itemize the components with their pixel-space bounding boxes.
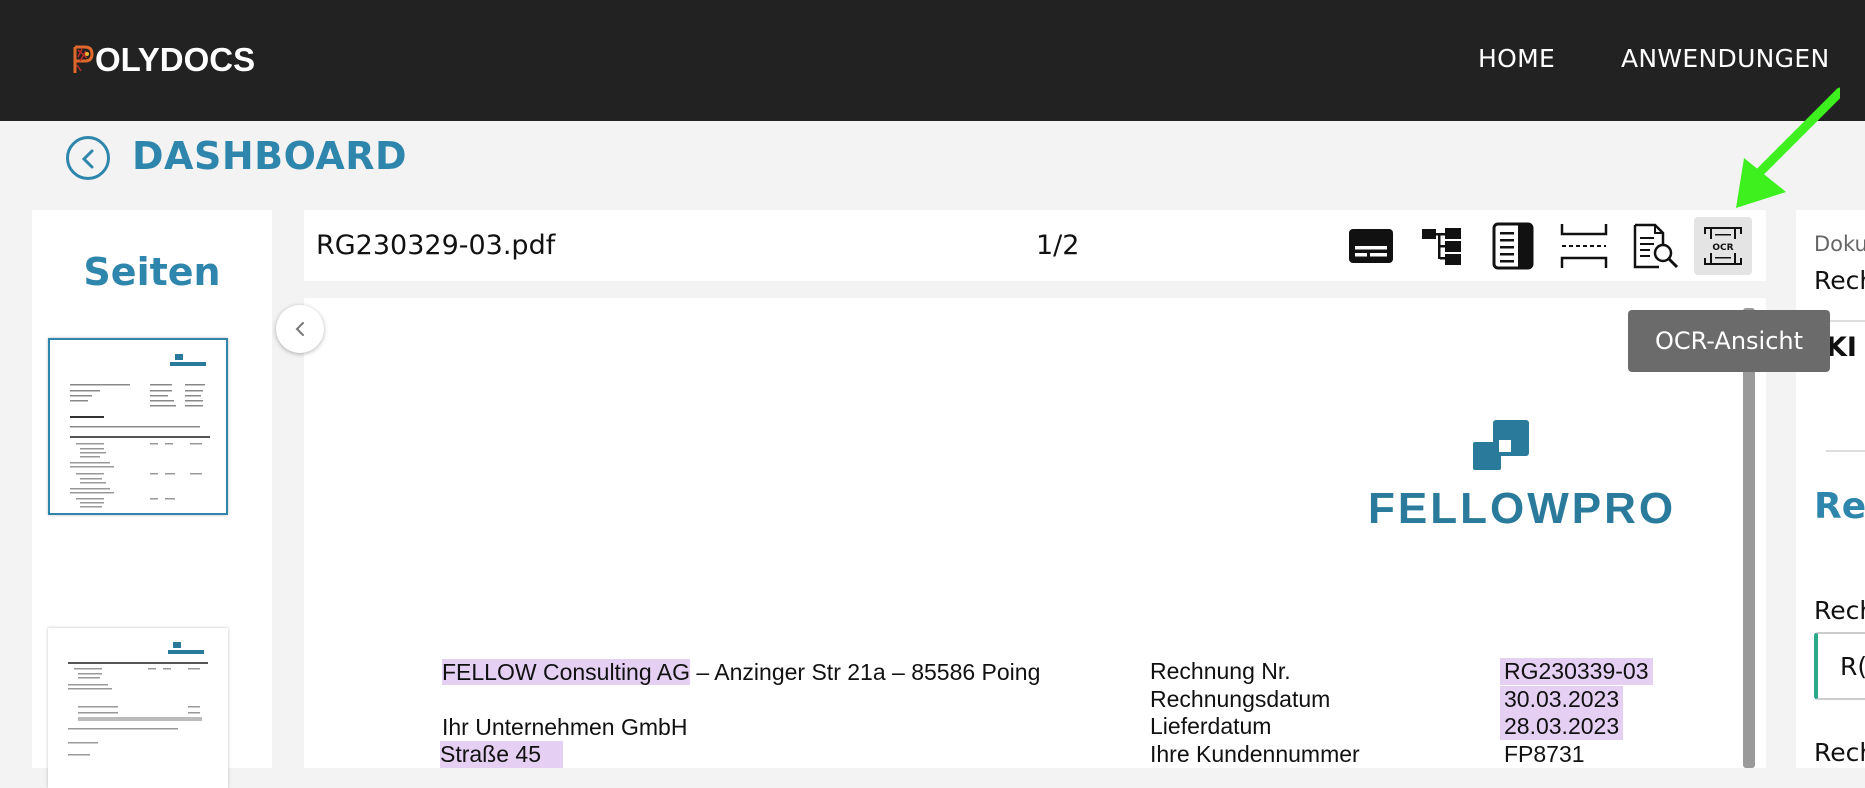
field-label-invoice-date: Rechnungsdatum [1150, 686, 1331, 712]
page-indicator: 1/2 [1036, 230, 1080, 261]
field-label: Rech [1814, 596, 1865, 625]
viewer-scrollbar[interactable] [1743, 308, 1755, 768]
form-view-button[interactable] [1342, 217, 1400, 275]
document-type-value: Rech [1814, 266, 1865, 295]
ocr-view-tooltip: OCR-Ansicht [1628, 310, 1830, 372]
document-search-button[interactable] [1626, 217, 1684, 275]
field-value-customer-number: FP8731 [1504, 741, 1585, 767]
document-toolbar: RG230329-03.pdf 1/2 OCR [304, 210, 1766, 281]
document-type-label: Doku [1814, 232, 1865, 256]
chevron-left-icon [295, 322, 304, 336]
top-navigation-bar: OLYDOCS HOME ANWENDUNGEN [0, 0, 1865, 121]
tree-view-icon [1422, 228, 1461, 265]
pages-panel: Seiten [32, 210, 272, 788]
page-split-icon [1560, 224, 1608, 268]
page-split-button[interactable] [1555, 217, 1613, 275]
document-filename: RG230329-03.pdf [316, 230, 556, 261]
form-view-icon [1349, 229, 1393, 263]
fellowpro-logo-text: FELLOWPRO [1368, 484, 1677, 533]
page-thumbnail-preview [68, 642, 208, 756]
sender-company: FELLOW Consulting AG [442, 659, 690, 685]
nav-home-link[interactable]: HOME [1478, 44, 1555, 73]
ai-section-label: KI I [1826, 332, 1865, 363]
back-button[interactable] [66, 136, 110, 180]
list-view-button[interactable] [1484, 217, 1542, 275]
invoice-number-input[interactable]: R( [1814, 632, 1865, 700]
ocr-view-icon: OCR [1704, 227, 1742, 265]
page-thumbnail-1[interactable] [48, 338, 228, 515]
recipient-street: Straße 45 [440, 741, 563, 768]
page-thumbnail-2[interactable] [48, 628, 228, 788]
page-title: DASHBOARD [132, 134, 408, 178]
field-value-invoice-number: RG230339-03 [1500, 658, 1653, 685]
logo-text: OLYDOCS [95, 41, 256, 78]
page-thumbnail-preview [70, 354, 210, 508]
field-label-delivery-date: Lieferdatum [1150, 713, 1272, 739]
pages-panel-title: Seiten [83, 250, 221, 294]
collapse-pages-button[interactable] [276, 305, 324, 353]
ocr-icon-label: OCR [1712, 243, 1733, 253]
field-value-delivery-date: 28.03.2023 [1500, 713, 1624, 740]
ocr-view-button[interactable]: OCR [1694, 217, 1752, 275]
document-search-icon [1633, 223, 1679, 269]
field-label-invoice-number: Rechnung Nr. [1150, 658, 1291, 684]
invoice-number-input-value: R( [1840, 652, 1865, 681]
nav-anwendungen-link[interactable]: ANWENDUNGEN [1621, 44, 1829, 73]
recipient-company: Ihr Unternehmen GmbH [442, 714, 688, 740]
field-label-customer-number: Ihre Kundennummer [1150, 741, 1360, 767]
sender-line: FELLOW Consulting AG – Anzinger Str 21a … [442, 659, 1040, 686]
sender-address: – Anzinger Str 21a – 85586 Poing [690, 659, 1041, 685]
field-label: Rech [1814, 738, 1865, 767]
field-value-invoice-date: 30.03.2023 [1500, 686, 1624, 713]
divider [1826, 450, 1865, 452]
polydocs-logo[interactable]: OLYDOCS [72, 41, 256, 78]
tree-view-button[interactable] [1413, 217, 1471, 275]
chevron-left-icon [81, 149, 94, 169]
list-view-icon [1492, 222, 1534, 270]
annotation-arrow-icon [1736, 87, 1840, 208]
logo-p-icon [73, 45, 94, 73]
extraction-panel: Doku Rech KI I Rec Rech R( Rech [1796, 210, 1865, 768]
section-title: Rec [1814, 486, 1865, 527]
